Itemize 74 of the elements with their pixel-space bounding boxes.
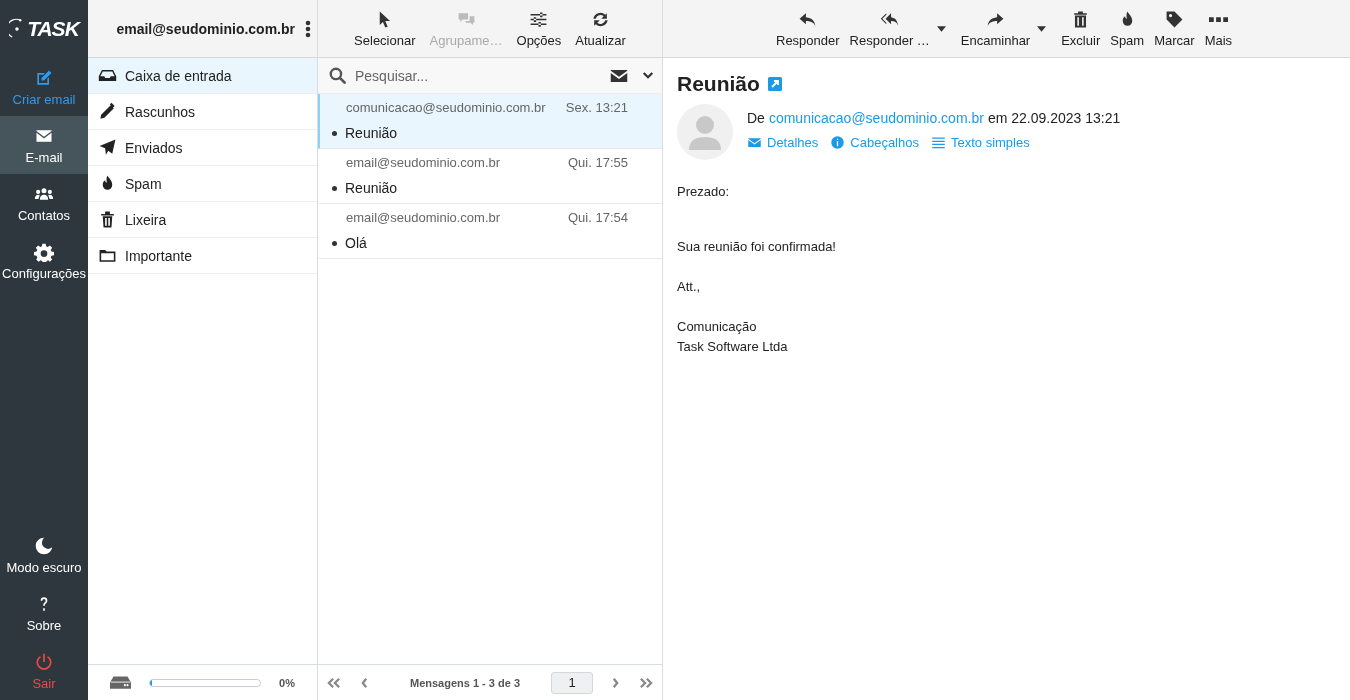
toolbar-button[interactable]: Selecionar xyxy=(349,3,421,54)
nav-item[interactable]: Configurações xyxy=(0,232,88,290)
trash-icon xyxy=(98,210,117,229)
kebab-menu-icon[interactable] xyxy=(305,18,311,39)
from-label: De xyxy=(747,110,765,126)
message-datetime: em 22.09.2023 13:21 xyxy=(987,110,1121,126)
external-link-icon[interactable] xyxy=(767,77,782,91)
task-logo: TASK xyxy=(0,0,88,58)
power-icon xyxy=(34,651,54,672)
message-sender: comunicacao@seudominio.com.br xyxy=(346,100,546,115)
message-title: Reunião xyxy=(677,72,760,96)
toolbar-button[interactable]: Atualizar xyxy=(570,3,631,54)
folder-item[interactable]: Rascunhos xyxy=(88,94,317,130)
body-text: Comunicação xyxy=(677,318,758,336)
message-date: Sex. 13:21 xyxy=(565,100,628,115)
toolbar-button[interactable]: Excluir xyxy=(1056,3,1106,54)
quota-reading: 0% xyxy=(279,676,295,689)
body-text: Prezado: xyxy=(677,183,731,201)
toolbar-button[interactable]: Spam xyxy=(1105,3,1150,54)
folder-item[interactable]: Importante xyxy=(88,238,317,274)
lines-icon xyxy=(930,135,946,150)
envelope-icon[interactable] xyxy=(610,68,628,83)
message-sender: email@seudominio.com.br xyxy=(346,210,501,225)
nav-item[interactable]: E-mail xyxy=(0,116,88,174)
nav-item[interactable]: Contatos xyxy=(0,174,88,232)
avatar-silhouette xyxy=(677,104,733,160)
search-icon xyxy=(328,66,347,85)
folder-item[interactable]: Lixeira xyxy=(88,202,317,238)
caret-icon[interactable] xyxy=(1037,25,1047,32)
account-email: email@seudominio.com.br xyxy=(116,20,295,37)
more-icon xyxy=(1208,16,1228,22)
moon-icon xyxy=(34,535,54,556)
toolbar-button[interactable]: Responder … xyxy=(844,3,935,54)
page-number-field[interactable]: 1 xyxy=(551,671,593,694)
folder-item[interactable]: Enviados xyxy=(88,130,317,166)
message-sender: email@seudominio.com.br xyxy=(346,155,501,170)
caret-icon[interactable] xyxy=(936,25,946,32)
paper-plane-icon xyxy=(98,138,117,157)
chevron-down-icon[interactable] xyxy=(642,71,654,80)
pencil-icon xyxy=(98,102,117,121)
body-text: Sua reunião foi confirmada! xyxy=(677,238,837,256)
tag-icon xyxy=(1164,9,1184,29)
first-page-icon[interactable] xyxy=(326,676,342,689)
folder-item[interactable]: Caixa de entrada xyxy=(88,58,317,94)
message-subject: Reunião xyxy=(345,125,398,141)
message-date: Qui. 17:54 xyxy=(568,210,628,225)
body-text: Task Software Ltda xyxy=(677,338,789,356)
search-input[interactable]: Pesquisar... xyxy=(353,66,604,85)
message-subject: Reunião xyxy=(345,180,398,196)
nav-item[interactable]: Modo escuro xyxy=(0,526,88,584)
message-date: Qui. 17:55 xyxy=(568,155,628,170)
next-page-icon[interactable] xyxy=(611,676,620,689)
nav-item[interactable]: Sobre xyxy=(0,584,88,642)
toolbar-button[interactable]: Marcar xyxy=(1149,3,1200,54)
settings-icon xyxy=(34,241,54,262)
previous-page-icon[interactable] xyxy=(360,676,369,689)
toolbar-button[interactable]: Opções xyxy=(511,3,567,54)
drive-icon xyxy=(110,676,131,689)
folder-item[interactable]: Spam xyxy=(88,166,317,202)
message-item[interactable]: comunicacao@seudominio.com.br Sex. 13:21 Reunião xyxy=(318,94,662,149)
message-subject: Olá xyxy=(345,235,367,251)
nav-item[interactable]: Criar email xyxy=(0,58,88,116)
body-text: Att., xyxy=(677,278,702,296)
info-icon xyxy=(830,135,846,150)
toolbar-button[interactable]: Encaminhar xyxy=(955,3,1036,54)
toolbar-button[interactable]: Responder xyxy=(771,3,845,54)
last-page-icon[interactable] xyxy=(638,676,654,689)
message-item[interactable]: email@seudominio.com.br Qui. 17:54 Olá xyxy=(318,204,662,259)
pagination-summary: Mensagens 1 - 3 de 3 xyxy=(408,676,521,689)
envelope-icon xyxy=(747,135,762,150)
search-field[interactable]: Pesquisar... xyxy=(318,58,662,94)
sliders-icon xyxy=(529,9,549,29)
toolbar-button[interactable]: Mais xyxy=(1199,3,1238,54)
message-item[interactable]: email@seudominio.com.br Qui. 17:55 Reunião xyxy=(318,149,662,204)
